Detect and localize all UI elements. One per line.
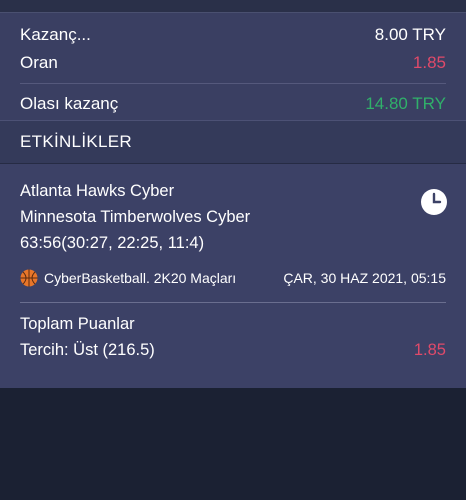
team-home: Atlanta Hawks Cyber [20,182,175,200]
pick-row: Tercih: Üst (216.5) 1.85 [20,337,446,363]
odds-value: 1.85 [412,53,446,72]
team-away: Minnesota Timberwolves Cyber [20,208,251,226]
event-datetime: ÇAR, 30 HAZ 2021, 05:15 [283,270,446,286]
basketball-icon [20,269,38,287]
events-header: ETKİNLİKLER [0,120,466,164]
potential-win-row: Olası kazanç 14.80 TRY [20,83,446,118]
stake-row: Kazanç... 8.00 TRY [20,21,446,49]
event-card[interactable]: Atlanta Hawks Cyber Minnesota Timberwolv… [0,164,466,389]
event-meta: CyberBasketball. 2K20 Maçları ÇAR, 30 HA… [20,266,446,290]
odds-row: Oran 1.85 [20,49,446,77]
stake-value: 8.00 TRY [374,25,446,44]
potential-win-label: Olası kazanç [20,94,119,113]
market-name: Toplam Puanlar [20,315,135,333]
clock-icon[interactable] [420,188,448,216]
potential-win-value: 14.80 TRY [365,94,446,113]
divider [20,302,446,303]
top-bar [0,0,466,13]
odds-label: Oran [20,53,58,72]
stake-label: Kazanç... [20,25,91,44]
league-name: CyberBasketball. 2K20 Maçları [44,270,237,286]
bet-summary: Kazanç... 8.00 TRY Oran 1.85 Olası kazan… [0,13,466,120]
pick-odds: 1.85 [413,341,446,359]
pick-label: Tercih: Üst (216.5) [20,341,155,359]
score: 63:56(30:27, 22:25, 11:4) [20,234,205,252]
